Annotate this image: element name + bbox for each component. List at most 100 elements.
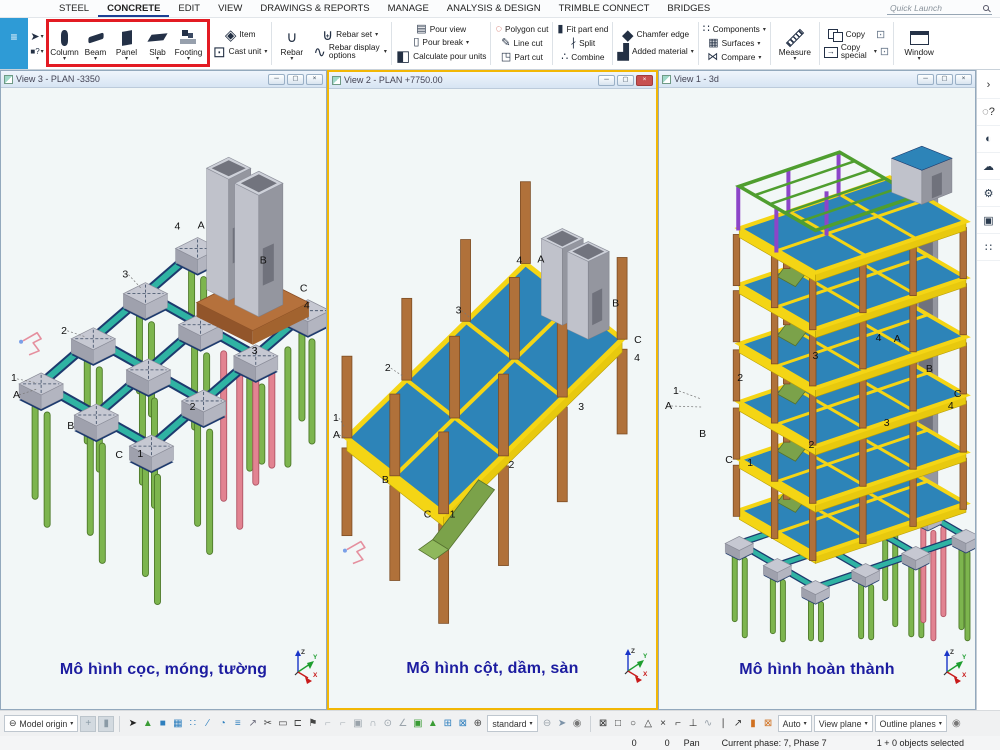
view-plane-dropdown[interactable]: View plane ▾ — [814, 715, 873, 732]
angle-snap-a-icon[interactable]: ⌐ — [320, 716, 335, 732]
cast-unit-button[interactable]: ⊡Cast unit▾ — [213, 45, 267, 60]
tab-trimble-connect[interactable]: TRIMBLE CONNECT — [550, 0, 659, 17]
snap-lines-icon[interactable]: ≡ — [230, 716, 245, 732]
tab-manage[interactable]: MANAGE — [379, 0, 438, 17]
snap-extension-icon[interactable]: ⊥ — [686, 716, 701, 732]
pour-view-button[interactable]: ▤Pour view — [416, 24, 466, 35]
line-cut-button[interactable]: ✎Line cut — [501, 38, 542, 50]
select-filter-green-icon[interactable]: ▣ — [410, 716, 425, 732]
select-angle-icon[interactable]: ∠ — [395, 716, 410, 732]
minimize-button[interactable]: ─ — [598, 75, 615, 86]
visibility-eye-icon[interactable]: ◉ — [570, 716, 585, 732]
part-cut-button[interactable]: ◳Part cut — [501, 52, 543, 64]
world-plane-icon[interactable]: ⊖ — [540, 716, 555, 732]
trimble-connect-cloud-icon[interactable]: ☁ — [977, 153, 1000, 180]
panel-button[interactable]: Panel▾ — [111, 25, 142, 62]
tab-analysis-design[interactable]: ANALYSIS & DESIGN — [438, 0, 550, 17]
select-components-blue-icon[interactable]: ⊞ — [440, 716, 455, 732]
split-button[interactable]: ∤Split — [571, 38, 596, 50]
minimize-button[interactable]: ─ — [917, 74, 934, 85]
copy-to-another-icon[interactable]: ⊡ — [876, 30, 885, 41]
select-area-icon[interactable]: ▭ — [275, 716, 290, 732]
copy-special-button[interactable]: →Copy special▾⊡ — [824, 45, 889, 60]
maximize-button[interactable]: ▢ — [287, 74, 304, 85]
snap-vertical-icon[interactable]: ∣ — [716, 716, 731, 732]
rebar-button[interactable]: ∪Rebar▾ — [276, 25, 307, 62]
snap-midpoint-icon[interactable]: △ — [641, 716, 656, 732]
flag-marker-icon[interactable]: ⚑ — [305, 716, 320, 732]
window-button[interactable]: Window▾ — [898, 25, 940, 62]
model-canvas-complete-building[interactable]: 1 A B C 2 3 4 A B C 4 3 2 1 — [659, 88, 975, 709]
beam-button[interactable]: Beam▾ — [80, 25, 111, 62]
model-canvas-foundation[interactable]: 1 A 2 3 4 A B C 4 3 2 B C 1 — [1, 88, 326, 709]
snap-override-icon[interactable]: ⊠ — [761, 716, 776, 732]
snap-perpendicular-icon[interactable]: ⌐ — [671, 716, 686, 732]
compare-button[interactable]: ⋈Compare▾ — [707, 52, 761, 64]
chamfer-edge-button[interactable]: ◆Chamfer edge — [622, 28, 689, 43]
snap-endpoints-icon[interactable]: ⊠ — [596, 716, 611, 732]
tab-drawings-reports[interactable]: DRAWINGS & REPORTS — [251, 0, 378, 17]
snap-points-icon[interactable]: ∷ — [185, 716, 200, 732]
zoom-tool-icon[interactable]: ⊕ — [470, 716, 485, 732]
selection-filter-dropdown[interactable]: standard ▾ — [487, 715, 537, 732]
select-all-green-icon[interactable]: ▲ — [425, 716, 440, 732]
snap-arc-icon[interactable]: ◔ — [215, 716, 230, 732]
snap-symbol-icon[interactable]: ▲ — [140, 716, 155, 732]
model-catalog-cube-icon[interactable]: ▣ — [977, 207, 1000, 234]
tab-steel[interactable]: STEEL — [50, 0, 98, 17]
drag-and-drop-icon[interactable]: ↗ — [245, 716, 260, 732]
tab-view[interactable]: VIEW — [209, 0, 251, 17]
selection-switch-icon[interactable]: ➤ — [125, 716, 140, 732]
angle-snap-b-icon[interactable]: ⌐ — [335, 716, 350, 732]
maximize-button[interactable]: ▢ — [617, 75, 634, 86]
column-button[interactable]: Column▾ — [49, 25, 80, 62]
outline-planes-dropdown[interactable]: Outline planes ▾ — [875, 715, 947, 732]
lock-button[interactable]: ▮ — [98, 716, 114, 732]
calculate-pour-units-button[interactable]: ◧Calculate pour units — [396, 50, 487, 63]
view3-title-bar[interactable]: View 3 - PLAN -3350 ─ ▢ × — [1, 71, 326, 88]
components-catalog-icon[interactable]: ∷ — [977, 234, 1000, 261]
snap-nearest-icon[interactable]: ∿ — [701, 716, 716, 732]
main-menu-button[interactable]: ≡ — [0, 18, 28, 69]
combine-button[interactable]: ∴Combine — [561, 52, 604, 64]
minimize-button[interactable]: ─ — [268, 74, 285, 85]
cut-tool-icon[interactable]: ✂ — [260, 716, 275, 732]
rebar-set-button[interactable]: ⊎Rebar set▾ — [322, 28, 378, 43]
model-origin-dropdown[interactable]: ⊖ Model origin ▾ — [4, 715, 78, 732]
quick-launch-input[interactable]: Quick Launch — [887, 2, 992, 15]
snap-free-icon[interactable]: ↗ — [731, 716, 746, 732]
footing-button[interactable]: Footing▾ — [173, 25, 204, 62]
select-object-icon[interactable]: ⊙ — [380, 716, 395, 732]
select-points-blue-icon[interactable]: ⊠ — [455, 716, 470, 732]
rebar-display-options-button[interactable]: ∿Rebar display options▾ — [313, 45, 387, 60]
snap-circle-icon[interactable]: ○ — [626, 716, 641, 732]
pour-break-button[interactable]: ▯Pour break▾ — [413, 37, 469, 48]
settings-gear-icon[interactable]: ⚙ — [977, 180, 1000, 207]
measure-button[interactable]: Measure▾ — [775, 25, 815, 62]
select-cast-unit-icon[interactable]: ∩ — [365, 716, 380, 732]
polygon-cut-button[interactable]: ◌Polygon cut — [495, 24, 548, 36]
view1-title-bar[interactable]: View 1 - 3d ─ ▢ × — [659, 71, 975, 88]
ortho-toggle-icon[interactable]: ▮ — [746, 716, 761, 732]
copy-button[interactable]: Copy⊡ — [828, 28, 886, 43]
properties-lookup-icon[interactable]: ◌? — [977, 99, 1000, 126]
fit-part-end-button[interactable]: ▮Fit part end — [557, 24, 608, 36]
select-component-icon[interactable]: ⊏ — [290, 716, 305, 732]
snap-center-icon[interactable]: □ — [611, 716, 626, 732]
added-material-button[interactable]: ▟Added material▾ — [617, 45, 693, 60]
slab-button[interactable]: Slab▾ — [142, 25, 173, 62]
select-assembly-icon[interactable]: ▣ — [350, 716, 365, 732]
components-button[interactable]: ∷Components▾ — [703, 24, 766, 36]
inquire-button[interactable]: ■?▾ — [30, 48, 43, 56]
pointer-mode-icon[interactable]: ➤ — [555, 716, 570, 732]
close-button[interactable]: × — [636, 75, 653, 86]
view2-title-bar[interactable]: View 2 - PLAN +7750.00 ─ ▢ × — [329, 72, 656, 89]
tab-edit[interactable]: EDIT — [169, 0, 209, 17]
visibility-eye-2-icon[interactable]: ◉ — [949, 716, 964, 732]
snap-line-icon[interactable]: ∕ — [200, 716, 215, 732]
snap-intersection-icon[interactable]: × — [656, 716, 671, 732]
pane-collapse-chevron-icon[interactable]: › — [977, 72, 1000, 99]
item-button[interactable]: ◈Item — [225, 28, 256, 43]
add-point-button[interactable]: + — [80, 716, 96, 732]
model-canvas-columns-slab[interactable]: 1 A 2 3 4 A B C 4 3 2 B C 1 — [329, 89, 656, 708]
